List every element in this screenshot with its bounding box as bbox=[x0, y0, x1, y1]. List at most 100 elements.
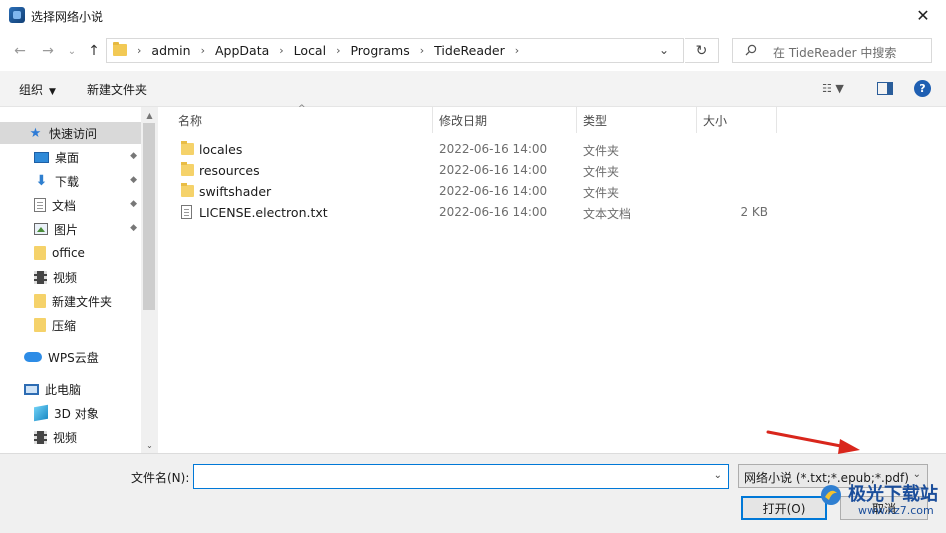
3d-objects-icon bbox=[34, 404, 48, 422]
file-row[interactable]: resources 2022-06-16 14:00 文件夹 bbox=[158, 160, 946, 181]
new-folder-button[interactable]: 新建文件夹 bbox=[87, 81, 147, 98]
video-icon bbox=[34, 270, 47, 284]
sidebar-item-label: 文档 bbox=[52, 198, 77, 213]
help-icon[interactable]: ? bbox=[914, 80, 931, 97]
file-name: swiftshader bbox=[199, 184, 272, 199]
breadcrumb-programs[interactable]: Programs bbox=[350, 43, 409, 58]
file-row[interactable]: swiftshader 2022-06-16 14:00 文件夹 bbox=[158, 181, 946, 202]
watermark-text: 极光下载站 bbox=[848, 484, 938, 505]
back-button[interactable]: ← bbox=[10, 41, 30, 61]
sidebar-item-compressed[interactable]: 压缩 bbox=[0, 314, 141, 336]
folder-icon bbox=[181, 162, 194, 176]
pin-icon: ◆ bbox=[130, 199, 137, 209]
sidebar-item-label: 此电脑 bbox=[45, 382, 82, 397]
file-date: 2022-06-16 14:00 bbox=[439, 163, 548, 177]
sidebar-item-label: WPS云盘 bbox=[48, 350, 99, 365]
search-placeholder: 在 TideReader 中搜索 bbox=[773, 46, 897, 60]
column-header-date[interactable]: 修改日期 bbox=[439, 107, 487, 133]
sidebar-item-this-pc[interactable]: 此电脑 bbox=[0, 378, 141, 400]
recent-locations-button[interactable]: ⌄ bbox=[62, 41, 82, 61]
sidebar-item-videos[interactable]: 视频 bbox=[0, 266, 141, 288]
change-view-button[interactable]: ☷ ▼ bbox=[822, 82, 844, 95]
file-type: 文件夹 bbox=[583, 186, 620, 200]
pin-icon: ◆ bbox=[130, 151, 137, 161]
sidebar-scrollbar[interactable]: ▲ ⌄ bbox=[141, 107, 158, 453]
sidebar-item-desktop[interactable]: 桌面 ◆ bbox=[0, 146, 141, 168]
refresh-button[interactable]: ↻ bbox=[685, 38, 719, 63]
up-button[interactable]: ↑ bbox=[84, 41, 104, 61]
folder-icon bbox=[113, 42, 127, 56]
sidebar-item-label: 视频 bbox=[53, 430, 78, 445]
sidebar-item-quick-access[interactable]: ★ 快速访问 bbox=[0, 122, 141, 144]
chevron-right-icon[interactable]: › bbox=[336, 44, 340, 57]
chevron-right-icon[interactable]: › bbox=[279, 44, 283, 57]
column-divider[interactable] bbox=[432, 107, 433, 133]
annotation-arrow-icon bbox=[766, 430, 860, 454]
file-size: 2 KB bbox=[740, 205, 768, 219]
sidebar-item-3d-objects[interactable]: 3D 对象 bbox=[0, 402, 141, 424]
breadcrumb-admin[interactable]: admin bbox=[151, 43, 190, 58]
breadcrumb-tidereader[interactable]: TideReader bbox=[434, 43, 505, 58]
chevron-right-icon[interactable]: › bbox=[420, 44, 424, 57]
column-header-name[interactable]: 名称 bbox=[178, 107, 202, 133]
file-name: locales bbox=[199, 142, 243, 157]
sidebar-item-videos-pc[interactable]: 视频 bbox=[0, 426, 141, 448]
cloud-icon bbox=[24, 352, 42, 362]
title-bar: 选择网络小说 ✕ bbox=[0, 0, 946, 31]
column-divider[interactable] bbox=[696, 107, 697, 133]
scroll-down-icon[interactable]: ⌄ bbox=[141, 437, 158, 453]
close-button[interactable]: ✕ bbox=[900, 0, 946, 31]
column-divider[interactable] bbox=[576, 107, 577, 133]
file-type: 文本文档 bbox=[583, 207, 632, 221]
desktop-icon bbox=[34, 151, 49, 163]
app-icon bbox=[9, 7, 25, 23]
column-divider[interactable] bbox=[776, 107, 777, 133]
folder-icon bbox=[34, 318, 46, 332]
sidebar-item-wps-cloud[interactable]: WPS云盘 bbox=[0, 346, 141, 368]
chevron-right-icon[interactable]: › bbox=[515, 44, 519, 57]
download-icon: ⬇ bbox=[35, 173, 48, 189]
sidebar-item-pictures[interactable]: 图片 ◆ bbox=[0, 218, 141, 240]
breadcrumb-local[interactable]: Local bbox=[294, 43, 326, 58]
file-date: 2022-06-16 14:00 bbox=[439, 184, 548, 198]
scroll-up-icon[interactable]: ▲ bbox=[141, 107, 158, 123]
address-bar[interactable]: › admin › AppData › Local › Programs › T… bbox=[106, 38, 684, 63]
folder-icon bbox=[181, 183, 194, 197]
column-header-type[interactable]: 类型 bbox=[583, 107, 607, 133]
forward-button[interactable]: → bbox=[38, 41, 58, 61]
dialog-footer: 文件名(N): ⌄ 网络小说 (*.txt;*.epub;*.pdf) ⌄ 打开… bbox=[0, 453, 946, 533]
organize-menu[interactable]: 组织 ▼ bbox=[19, 81, 56, 98]
preview-pane-icon[interactable] bbox=[877, 82, 893, 95]
sidebar-item-label: 桌面 bbox=[55, 150, 80, 165]
sidebar-item-new-folder[interactable]: 新建文件夹 bbox=[0, 290, 141, 312]
filename-label: 文件名(N): bbox=[131, 471, 190, 485]
file-row[interactable]: locales 2022-06-16 14:00 文件夹 bbox=[158, 139, 946, 160]
scrollbar-thumb[interactable] bbox=[143, 123, 155, 310]
file-date: 2022-06-16 14:00 bbox=[439, 142, 548, 156]
file-row[interactable]: LICENSE.electron.txt 2022-06-16 14:00 文本… bbox=[158, 202, 946, 223]
search-input[interactable]: 在 TideReader 中搜索 bbox=[732, 38, 932, 63]
watermark-logo-icon bbox=[821, 485, 841, 505]
pc-icon bbox=[24, 383, 39, 395]
text-file-icon bbox=[181, 205, 192, 219]
address-dropdown-icon[interactable]: ⌄ bbox=[659, 43, 669, 57]
star-icon: ★ bbox=[29, 125, 42, 141]
navigation-pane: ★ 快速访问 桌面 ◆ ⬇ 下载 ◆ 文档 ◆ 图片 ◆ office 视频 新… bbox=[0, 107, 158, 453]
filename-input[interactable]: ⌄ bbox=[193, 464, 729, 489]
sort-ascending-icon: ^ bbox=[298, 104, 306, 114]
column-header-size[interactable]: 大小 bbox=[703, 107, 727, 133]
organize-label: 组织 bbox=[19, 83, 44, 97]
sidebar-item-documents[interactable]: 文档 ◆ bbox=[0, 194, 141, 216]
video-icon bbox=[34, 430, 47, 444]
chevron-down-icon[interactable]: ⌄ bbox=[714, 470, 722, 481]
open-button[interactable]: 打开(O) bbox=[741, 496, 827, 520]
sidebar-item-office[interactable]: office bbox=[0, 242, 141, 264]
breadcrumb-appdata[interactable]: AppData bbox=[215, 43, 269, 58]
search-icon bbox=[745, 44, 757, 56]
sidebar-item-label: office bbox=[52, 246, 85, 260]
file-type: 文件夹 bbox=[583, 165, 620, 179]
sidebar-item-downloads[interactable]: ⬇ 下载 ◆ bbox=[0, 170, 141, 192]
watermark: 极光下载站 www.xz7.com bbox=[818, 478, 944, 530]
chevron-right-icon[interactable]: › bbox=[201, 44, 205, 57]
document-icon bbox=[34, 198, 46, 212]
